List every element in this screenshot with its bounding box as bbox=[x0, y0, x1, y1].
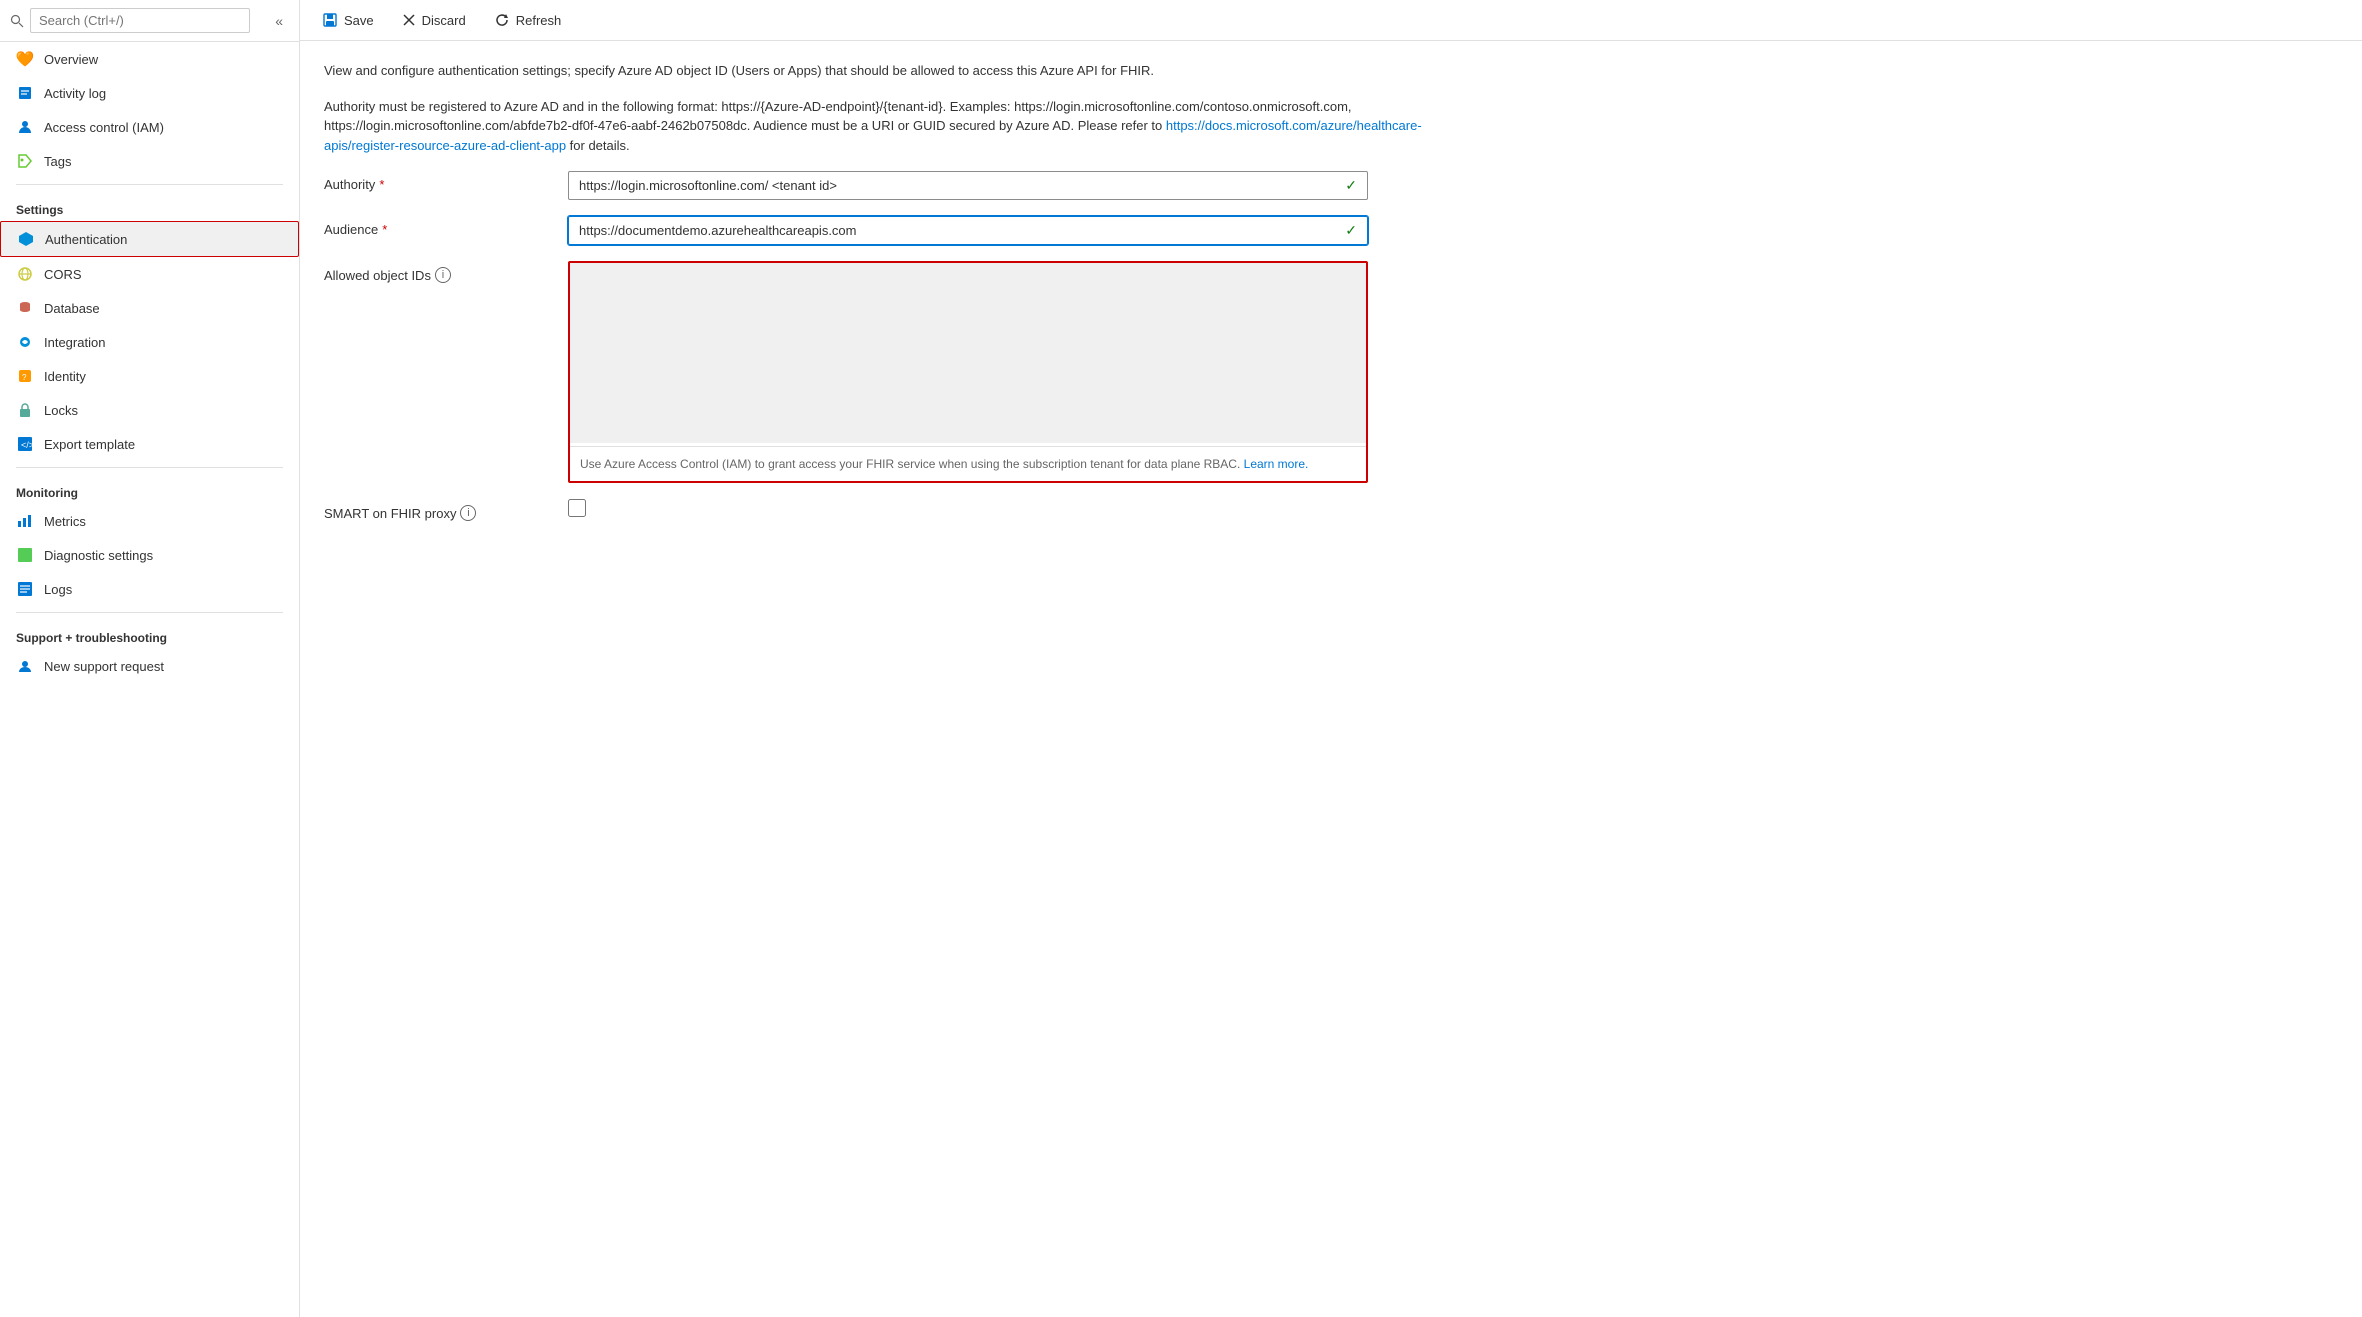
sidebar-item-label: Locks bbox=[44, 403, 78, 418]
allowed-object-ids-box: Use Azure Access Control (IAM) to grant … bbox=[568, 261, 1368, 483]
main-content: Save Discard Refresh View and configure … bbox=[300, 0, 2362, 1317]
divider-monitoring bbox=[16, 467, 283, 468]
activity-log-icon bbox=[16, 84, 34, 102]
divider-settings bbox=[16, 184, 283, 185]
audience-row: Audience * https://documentdemo.azurehea… bbox=[324, 216, 2338, 245]
allowed-object-ids-textarea[interactable] bbox=[570, 263, 1366, 443]
sidebar-item-label: Authentication bbox=[45, 232, 127, 247]
required-star: * bbox=[379, 177, 384, 192]
sidebar-item-database[interactable]: Database bbox=[0, 291, 299, 325]
sidebar-item-logs[interactable]: Logs bbox=[0, 572, 299, 606]
smart-proxy-checkbox-wrap bbox=[568, 499, 1368, 517]
sidebar-item-label: Diagnostic settings bbox=[44, 548, 153, 563]
smart-proxy-checkbox-container bbox=[568, 499, 1368, 517]
diagnostic-settings-icon bbox=[16, 546, 34, 564]
authority-checkmark: ✓ bbox=[1345, 177, 1357, 194]
refresh-button[interactable]: Refresh bbox=[488, 8, 568, 32]
authentication-icon bbox=[17, 230, 35, 248]
sidebar-item-label: CORS bbox=[44, 267, 82, 282]
sidebar-item-authentication[interactable]: Authentication bbox=[0, 221, 299, 257]
sidebar-item-tags[interactable]: Tags bbox=[0, 144, 299, 178]
sidebar-item-label: Database bbox=[44, 301, 100, 316]
description-line2: Authority must be registered to Azure AD… bbox=[324, 97, 1424, 156]
monitoring-section-label: Monitoring bbox=[0, 474, 299, 504]
sidebar-item-metrics[interactable]: Metrics bbox=[0, 504, 299, 538]
logs-icon bbox=[16, 580, 34, 598]
authority-input-wrap: https://login.microsoftonline.com/ <tena… bbox=[568, 171, 1368, 200]
sidebar-item-identity[interactable]: ? Identity bbox=[0, 359, 299, 393]
cors-icon bbox=[16, 265, 34, 283]
content-area: View and configure authentication settin… bbox=[300, 41, 2362, 1317]
sidebar-item-access-control[interactable]: Access control (IAM) bbox=[0, 110, 299, 144]
sidebar-item-overview[interactable]: 🧡 Overview bbox=[0, 42, 299, 76]
sidebar-item-label: Integration bbox=[44, 335, 105, 350]
smart-proxy-row: SMART on FHIR proxy i bbox=[324, 499, 2338, 521]
locks-icon bbox=[16, 401, 34, 419]
authority-label: Authority * bbox=[324, 171, 544, 192]
search-icon bbox=[10, 14, 24, 28]
tags-icon bbox=[16, 152, 34, 170]
audience-input[interactable]: https://documentdemo.azurehealthcareapis… bbox=[568, 216, 1368, 245]
discard-icon bbox=[402, 13, 416, 27]
learn-more-link[interactable]: Learn more. bbox=[1244, 457, 1309, 471]
sidebar: « 🧡 Overview Activity log Access control… bbox=[0, 0, 300, 1317]
refresh-label: Refresh bbox=[516, 13, 562, 28]
toolbar: Save Discard Refresh bbox=[300, 0, 2362, 41]
sidebar-item-label: Metrics bbox=[44, 514, 86, 529]
svg-text:?: ? bbox=[22, 373, 27, 382]
discard-button[interactable]: Discard bbox=[396, 9, 472, 32]
authority-row: Authority * https://login.microsoftonlin… bbox=[324, 171, 2338, 200]
smart-proxy-info-icon[interactable]: i bbox=[460, 505, 476, 521]
svg-text:</>: </> bbox=[21, 440, 33, 450]
sidebar-item-label: Identity bbox=[44, 369, 86, 384]
export-template-icon: </> bbox=[16, 435, 34, 453]
smart-proxy-checkbox[interactable] bbox=[568, 499, 586, 517]
allowed-object-ids-row: Allowed object IDs i Use Azure Access Co… bbox=[324, 261, 2338, 483]
collapse-button[interactable]: « bbox=[269, 11, 289, 31]
sidebar-item-label: Access control (IAM) bbox=[44, 120, 164, 135]
identity-icon: ? bbox=[16, 367, 34, 385]
sidebar-item-label: New support request bbox=[44, 659, 164, 674]
overview-icon: 🧡 bbox=[16, 50, 34, 68]
sidebar-item-label: Tags bbox=[44, 154, 71, 169]
save-label: Save bbox=[344, 13, 374, 28]
integration-icon bbox=[16, 333, 34, 351]
divider-support bbox=[16, 612, 283, 613]
sidebar-item-new-support-request[interactable]: New support request bbox=[0, 649, 299, 683]
support-section-label: Support + troubleshooting bbox=[0, 619, 299, 649]
sidebar-item-diagnostic-settings[interactable]: Diagnostic settings bbox=[0, 538, 299, 572]
textarea-hint: Use Azure Access Control (IAM) to grant … bbox=[570, 446, 1366, 481]
refresh-icon bbox=[494, 12, 510, 28]
allowed-object-ids-label: Allowed object IDs i bbox=[324, 261, 544, 283]
new-support-request-icon bbox=[16, 657, 34, 675]
search-input[interactable] bbox=[30, 8, 250, 33]
sidebar-item-export-template[interactable]: </> Export template bbox=[0, 427, 299, 461]
sidebar-item-cors[interactable]: CORS bbox=[0, 257, 299, 291]
smart-proxy-label: SMART on FHIR proxy i bbox=[324, 499, 544, 521]
metrics-icon bbox=[16, 512, 34, 530]
required-star: * bbox=[382, 222, 387, 237]
audience-label: Audience * bbox=[324, 216, 544, 237]
description-line1: View and configure authentication settin… bbox=[324, 61, 1424, 81]
save-button[interactable]: Save bbox=[316, 8, 380, 32]
save-icon bbox=[322, 12, 338, 28]
allowed-object-ids-info-icon[interactable]: i bbox=[435, 267, 451, 283]
sidebar-item-activity-log[interactable]: Activity log bbox=[0, 76, 299, 110]
settings-section-label: Settings bbox=[0, 191, 299, 221]
authority-input[interactable]: https://login.microsoftonline.com/ <tena… bbox=[568, 171, 1368, 200]
database-icon bbox=[16, 299, 34, 317]
sidebar-item-locks[interactable]: Locks bbox=[0, 393, 299, 427]
allowed-object-ids-wrap: Use Azure Access Control (IAM) to grant … bbox=[568, 261, 1368, 483]
sidebar-item-integration[interactable]: Integration bbox=[0, 325, 299, 359]
audience-input-wrap: https://documentdemo.azurehealthcareapis… bbox=[568, 216, 1368, 245]
sidebar-item-label: Logs bbox=[44, 582, 72, 597]
audience-checkmark: ✓ bbox=[1345, 222, 1357, 239]
discard-label: Discard bbox=[422, 13, 466, 28]
sidebar-item-label: Activity log bbox=[44, 86, 106, 101]
sidebar-search-container: « bbox=[0, 0, 299, 42]
sidebar-item-label: Overview bbox=[44, 52, 98, 67]
access-control-icon bbox=[16, 118, 34, 136]
sidebar-item-label: Export template bbox=[44, 437, 135, 452]
